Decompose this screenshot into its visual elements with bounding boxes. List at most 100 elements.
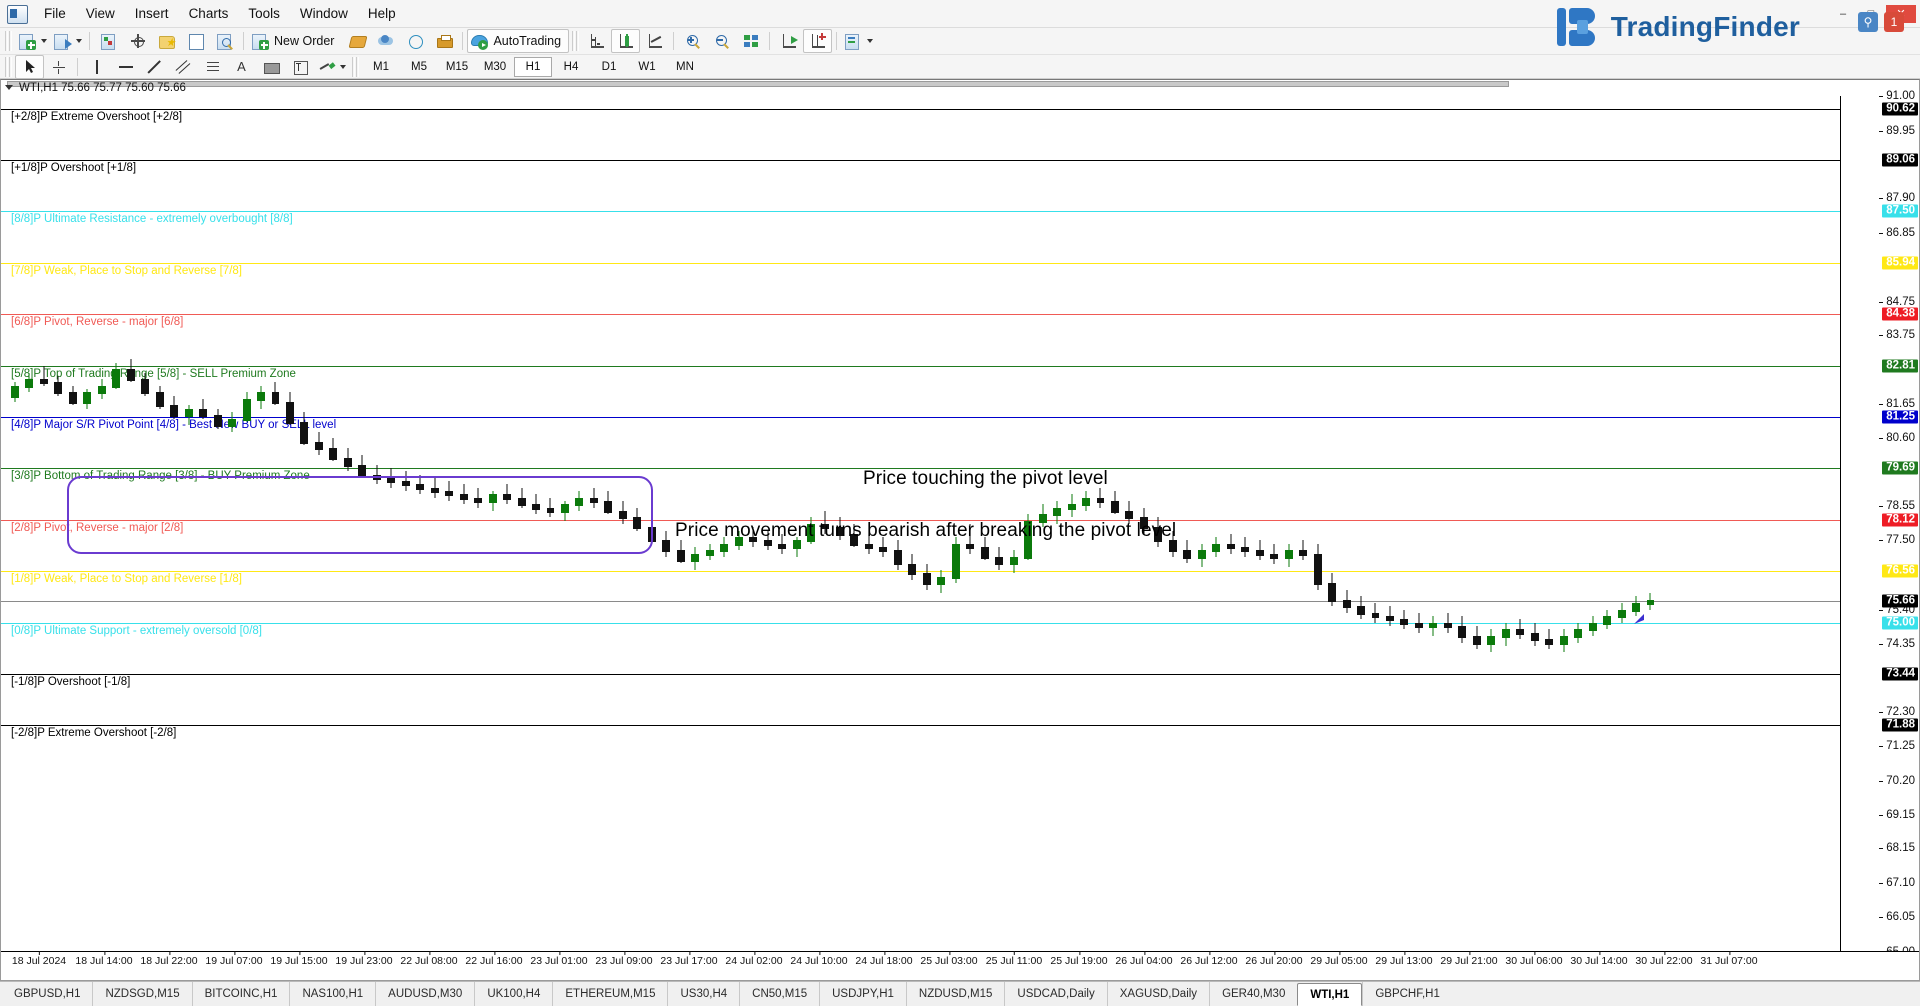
terminal-button[interactable] [181, 29, 210, 53]
chart-plot-area[interactable]: [+2/8]P Extreme Overshoot [+2/8][+1/8]P … [1, 96, 1841, 952]
chart-tab[interactable]: USDJPY,H1 [819, 982, 906, 1006]
globe-icon [406, 32, 424, 50]
menu-view[interactable]: View [76, 3, 125, 24]
chart-tab[interactable]: CN50,M15 [739, 982, 819, 1006]
candlestick-chart-button[interactable] [611, 29, 640, 53]
price-axis[interactable]: 91.0089.9587.9086.8584.7583.7581.6580.60… [1840, 96, 1919, 952]
fibonacci-button[interactable] [198, 55, 227, 79]
search-icon[interactable]: ⚲ [1858, 12, 1878, 32]
divider [769, 32, 770, 50]
tile-windows-button[interactable] [736, 29, 765, 53]
profiles-button[interactable] [50, 29, 85, 53]
level-line[interactable] [1, 366, 1841, 367]
print-button[interactable] [429, 29, 458, 53]
chevron-down-icon[interactable] [5, 85, 13, 90]
menu-file[interactable]: File [34, 3, 76, 24]
price-tick: 81.65 [1886, 398, 1915, 410]
level-line[interactable] [1, 571, 1841, 572]
timeframe-m5[interactable]: M5 [400, 57, 438, 77]
level-label: [8/8]P Ultimate Resistance - extremely o… [1, 213, 293, 225]
level-line[interactable] [1, 725, 1841, 726]
notification-badge[interactable]: 1 [1884, 12, 1904, 32]
templates-button[interactable] [841, 29, 876, 53]
auto-scroll-button[interactable] [803, 29, 832, 53]
timeframe-m1[interactable]: M1 [362, 57, 400, 77]
mql-community-button[interactable] [342, 29, 371, 53]
chart-tab[interactable]: USDCAD,Daily [1004, 982, 1106, 1006]
chart-tab[interactable]: NZDUSD,M15 [906, 982, 1004, 1006]
timeframe-h1[interactable]: H1 [514, 57, 552, 77]
autotrading-button[interactable]: AutoTrading [467, 29, 569, 53]
level-line[interactable] [1, 211, 1841, 212]
chart-tab[interactable]: AUDUSD,M30 [375, 982, 474, 1006]
cloud-icon [377, 32, 395, 50]
chart-tab[interactable]: XAGUSD,Daily [1107, 982, 1209, 1006]
level-line[interactable] [1, 674, 1841, 675]
divider [89, 32, 90, 50]
menu-insert[interactable]: Insert [125, 3, 179, 24]
new-order-button[interactable]: New Order [248, 29, 342, 53]
menu-tools[interactable]: Tools [238, 3, 290, 24]
chart-tab[interactable]: GBPUSD,H1 [2, 982, 92, 1006]
time-tick: 23 Jul 09:00 [595, 955, 652, 967]
bar-chart-button[interactable] [582, 29, 611, 53]
timeframe-m30[interactable]: M30 [476, 57, 514, 77]
text-label-button[interactable] [285, 55, 314, 79]
cursor-tool-button[interactable] [15, 55, 44, 79]
toolbar-grip[interactable] [352, 57, 359, 77]
data-window-button[interactable] [123, 29, 152, 53]
toolbar-grip[interactable] [572, 31, 579, 51]
chart-tab[interactable]: GER40,M30 [1209, 982, 1297, 1006]
zoom-out-button[interactable] [707, 29, 736, 53]
strategy-tester-button[interactable] [210, 29, 239, 53]
text-tool-button[interactable]: A [227, 55, 256, 79]
timeframe-mn[interactable]: MN [666, 57, 704, 77]
toolbar-grip[interactable] [5, 57, 12, 77]
new-chart-button[interactable] [15, 29, 50, 53]
rectangle-tool-button[interactable] [256, 55, 285, 79]
chart-window[interactable]: WTI,H1 75.66 75.77 75.60 75.66 [+2/8]P E… [0, 79, 1920, 981]
chart-tab[interactable]: GBPCHF,H1 [1362, 982, 1452, 1006]
line-chart-button[interactable] [640, 29, 669, 53]
level-line[interactable] [1, 160, 1841, 161]
navigator-button[interactable]: ★ [152, 29, 181, 53]
chart-tab[interactable]: UK100,H4 [474, 982, 552, 1006]
mql-signals-button[interactable] [371, 29, 400, 53]
shapes-button[interactable]: ◆ [314, 55, 349, 79]
menu-charts[interactable]: Charts [179, 3, 239, 24]
price-tick: 69.15 [1886, 809, 1915, 821]
chart-tab[interactable]: ETHEREUM,M15 [552, 982, 667, 1006]
chart-shift-button[interactable] [774, 29, 803, 53]
timeframe-h4[interactable]: H4 [552, 57, 590, 77]
chart-tab[interactable]: BITCOINC,H1 [192, 982, 290, 1006]
chart-tab[interactable]: US30,H4 [667, 982, 739, 1006]
crosshair-tool-button[interactable] [44, 55, 73, 79]
time-tick: 29 Jul 05:00 [1310, 955, 1367, 967]
zoom-in-button[interactable] [678, 29, 707, 53]
trend-line-button[interactable] [140, 55, 169, 79]
menu-help[interactable]: Help [358, 3, 406, 24]
level-line[interactable] [1, 314, 1841, 315]
candle [894, 540, 902, 570]
market-watch-button[interactable] [94, 29, 123, 53]
chart-tab[interactable]: WTI,H1 [1297, 983, 1362, 1006]
level-line[interactable] [1, 623, 1841, 624]
level-line[interactable] [1, 109, 1841, 110]
level-line[interactable] [1, 263, 1841, 264]
menu-window[interactable]: Window [290, 3, 358, 24]
minimize-button[interactable]: – [1830, 5, 1856, 23]
equidistant-channel-button[interactable] [169, 55, 198, 79]
time-axis[interactable]: 18 Jul 202418 Jul 14:0018 Jul 22:0019 Ju… [1, 951, 1919, 980]
timeframe-d1[interactable]: D1 [590, 57, 628, 77]
timeframe-m15[interactable]: M15 [438, 57, 476, 77]
vertical-line-button[interactable] [82, 55, 111, 79]
chart-tab[interactable]: NAS100,H1 [289, 982, 375, 1006]
mql-vps-button[interactable] [400, 29, 429, 53]
toolbar-grip[interactable] [5, 31, 12, 51]
time-tick: 18 Jul 2024 [12, 955, 66, 967]
timeframe-w1[interactable]: W1 [628, 57, 666, 77]
autotrading-icon [470, 32, 488, 50]
chart-tab[interactable]: NZDSGD,M15 [92, 982, 191, 1006]
horizontal-line-button[interactable] [111, 55, 140, 79]
level-line[interactable] [1, 417, 1841, 418]
